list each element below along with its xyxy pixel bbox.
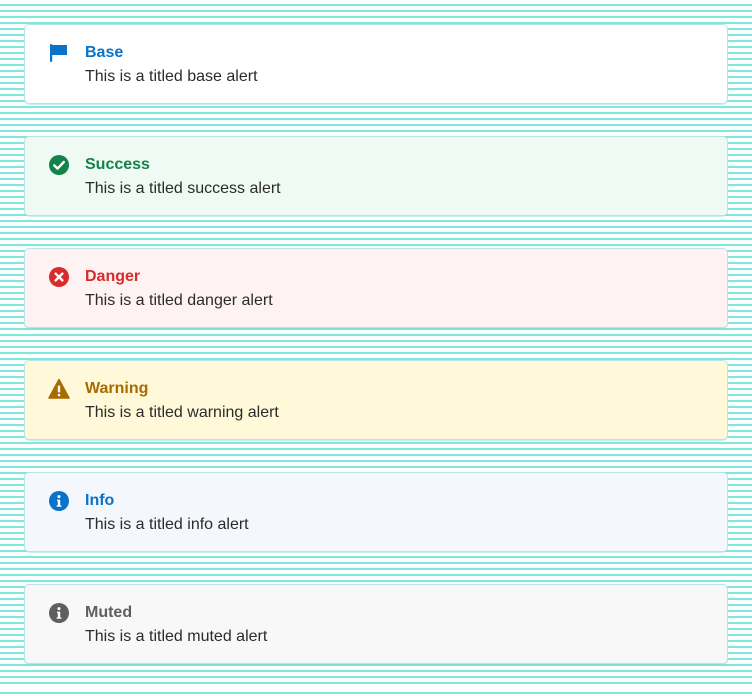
info-alert: Info This is a titled info alert	[24, 472, 728, 552]
warning-triangle-icon	[48, 378, 70, 400]
alert-title: Info	[85, 492, 115, 509]
x-circle-icon	[48, 266, 70, 288]
success-alert: Success This is a titled success alert	[24, 136, 728, 216]
alert-title: Success	[85, 156, 150, 173]
alert-title: Muted	[85, 604, 133, 621]
check-circle-icon	[48, 154, 70, 176]
alert-message: This is a titled success alert	[85, 180, 281, 197]
info-circle-icon	[48, 490, 70, 512]
muted-alert: Muted This is a titled muted alert	[24, 584, 728, 664]
flag-icon	[48, 42, 70, 64]
warning-alert: Warning This is a titled warning alert	[24, 360, 728, 440]
alert-message: This is a titled warning alert	[85, 404, 279, 421]
alert-title: Warning	[85, 380, 149, 397]
alert-list: Base This is a titled base alert Success…	[24, 24, 728, 696]
alert-message: This is a titled info alert	[85, 516, 249, 533]
alert-title: Base	[85, 44, 124, 61]
alert-message: This is a titled danger alert	[85, 292, 273, 309]
base-alert: Base This is a titled base alert	[24, 24, 728, 104]
alert-title: Danger	[85, 268, 141, 285]
alert-message: This is a titled base alert	[85, 68, 258, 85]
info-circle-icon	[48, 602, 70, 624]
danger-alert: Danger This is a titled danger alert	[24, 248, 728, 328]
alert-message: This is a titled muted alert	[85, 628, 268, 645]
